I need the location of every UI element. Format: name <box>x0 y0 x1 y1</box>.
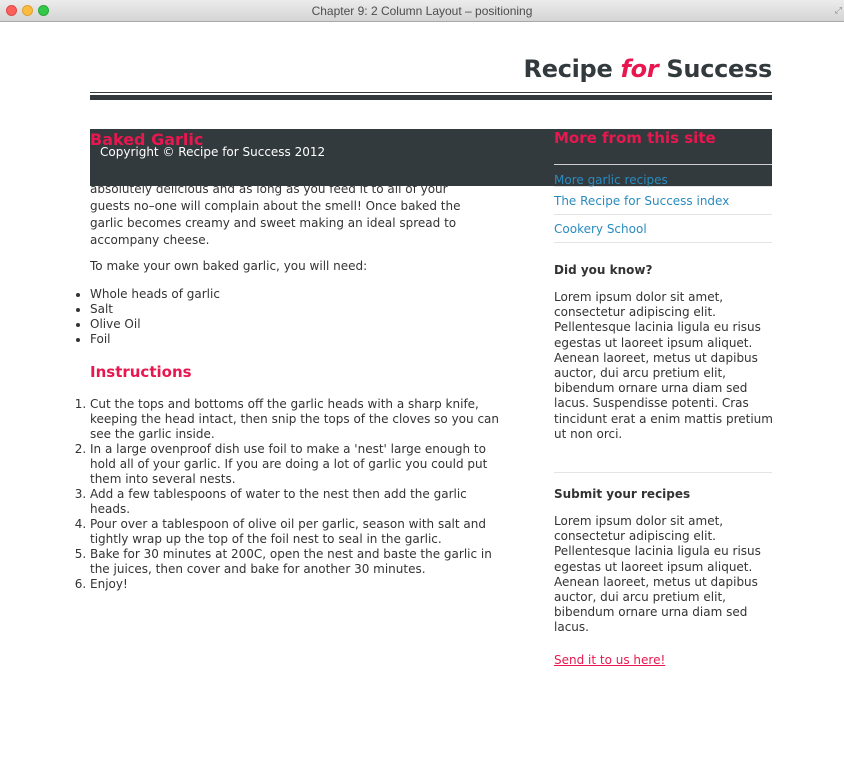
list-item: Olive Oil <box>90 317 220 332</box>
submit-recipes-text: Lorem ipsum dolor sit amet, consectetur … <box>554 514 761 635</box>
list-item: Cut the tops and bottoms off the garlic … <box>90 397 500 442</box>
did-you-know-text: Lorem ipsum dolor sit amet, consectetur … <box>554 290 773 441</box>
list-item: Salt <box>90 302 220 317</box>
list-item: In a large ovenproof dish use foil to ma… <box>90 442 500 487</box>
divider <box>554 472 772 473</box>
list-item: Enjoy! <box>90 577 500 592</box>
site-title-for: for <box>620 55 659 83</box>
site-title-recipe: Recipe <box>523 55 613 83</box>
site-title: Recipe for Success <box>523 55 773 83</box>
list-item: Foil <box>90 332 220 347</box>
intro-paragraph: absolutely delicious and as long as you … <box>90 182 461 247</box>
footer-copyright: Copyright © Recipe for Success 2012 <box>100 145 326 159</box>
instructions-heading: Instructions <box>90 363 192 381</box>
instructions-list: Cut the tops and bottoms off the garlic … <box>58 397 500 592</box>
header-bar <box>90 95 772 100</box>
sidebar-link-cookery-school[interactable]: Cookery School <box>554 214 772 242</box>
header-rule <box>90 92 772 93</box>
sidebar-heading: More from this site <box>554 129 716 147</box>
window-title: Chapter 9: 2 Column Layout – positioning <box>311 4 533 18</box>
ingredients-list: Whole heads of garlic Salt Olive Oil Foi… <box>58 287 220 347</box>
ingredients-intro: To make your own baked garlic, you will … <box>90 259 368 273</box>
submit-recipes-heading: Submit your recipes <box>554 487 691 501</box>
fullscreen-icon[interactable]: ⤢ <box>835 6 842 16</box>
send-recipe-link[interactable]: Send it to us here! <box>554 653 665 667</box>
site-title-success: Success <box>666 55 772 83</box>
sidebar-link-garlic-recipes[interactable]: More garlic recipes <box>554 164 772 187</box>
list-item: Bake for 30 minutes at 200C, open the ne… <box>90 547 500 577</box>
list-item: Add a few tablespoons of water to the ne… <box>90 487 500 517</box>
window-titlebar: Chapter 9: 2 Column Layout – positioning… <box>0 0 844 22</box>
sidebar-link-index[interactable]: The Recipe for Success index <box>554 186 772 214</box>
sidebar-nav: More garlic recipes The Recipe for Succe… <box>554 164 772 243</box>
list-item: Whole heads of garlic <box>90 287 220 302</box>
did-you-know-heading: Did you know? <box>554 263 653 277</box>
list-item: Pour over a tablespoon of olive oil per … <box>90 517 500 547</box>
